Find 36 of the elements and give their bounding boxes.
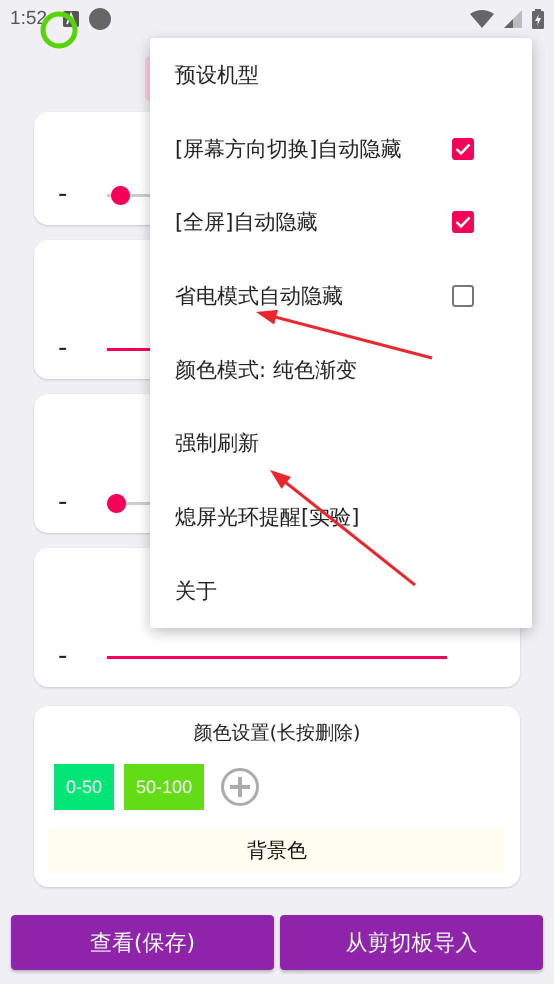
- menu-item[interactable]: [屏幕方向切换]自动隐藏: [150, 112, 532, 186]
- action-button[interactable]: 从剪切板导入: [280, 915, 543, 970]
- signal-icon: [504, 10, 522, 28]
- action-button[interactable]: 查看(保存): [11, 915, 274, 970]
- menu-item-label: 预设机型: [175, 62, 259, 89]
- dot-icon: [88, 8, 111, 30]
- checkbox[interactable]: [452, 138, 474, 160]
- menu-item[interactable]: 强制刷新: [150, 406, 532, 480]
- menu-item[interactable]: 预设机型: [150, 38, 532, 112]
- minus-button[interactable]: -: [58, 643, 68, 669]
- wifi-icon: [470, 10, 494, 28]
- menu-item[interactable]: 颜色模式: 纯色渐变: [150, 332, 532, 406]
- menu-item-label: 颜色模式: 纯色渐变: [175, 356, 357, 384]
- clock: 1:52: [10, 8, 47, 30]
- menu-item-label: 省电模式自动隐藏: [175, 282, 343, 310]
- add-icon[interactable]: [220, 767, 260, 807]
- menu-item-label: 关于: [175, 578, 217, 605]
- checkbox[interactable]: [452, 211, 474, 234]
- menu-item[interactable]: [全屏]自动隐藏: [150, 185, 532, 260]
- menu-item-label: [全屏]自动隐藏: [175, 209, 318, 236]
- slider-thumb[interactable]: [110, 186, 130, 205]
- background-color-button[interactable]: 背景色: [48, 828, 506, 873]
- checkbox[interactable]: [452, 284, 474, 307]
- minus-button[interactable]: -: [58, 181, 68, 207]
- checkmark-icon: [455, 142, 471, 155]
- minus-button[interactable]: -: [58, 489, 68, 515]
- menu-item[interactable]: 省电模式自动隐藏: [150, 259, 532, 333]
- menu-item-label: [屏幕方向切换]自动隐藏: [175, 136, 402, 163]
- slider-thumb[interactable]: [107, 494, 126, 513]
- menu-item[interactable]: 关于: [150, 554, 532, 628]
- menu-item-label: 强制刷新: [175, 430, 259, 458]
- slider-track[interactable]: [107, 656, 448, 659]
- card-title: 颜色设置(长按删除): [192, 721, 362, 746]
- minus-button[interactable]: -: [58, 335, 68, 361]
- checkmark-icon: [455, 216, 471, 228]
- battery-icon: [532, 9, 544, 29]
